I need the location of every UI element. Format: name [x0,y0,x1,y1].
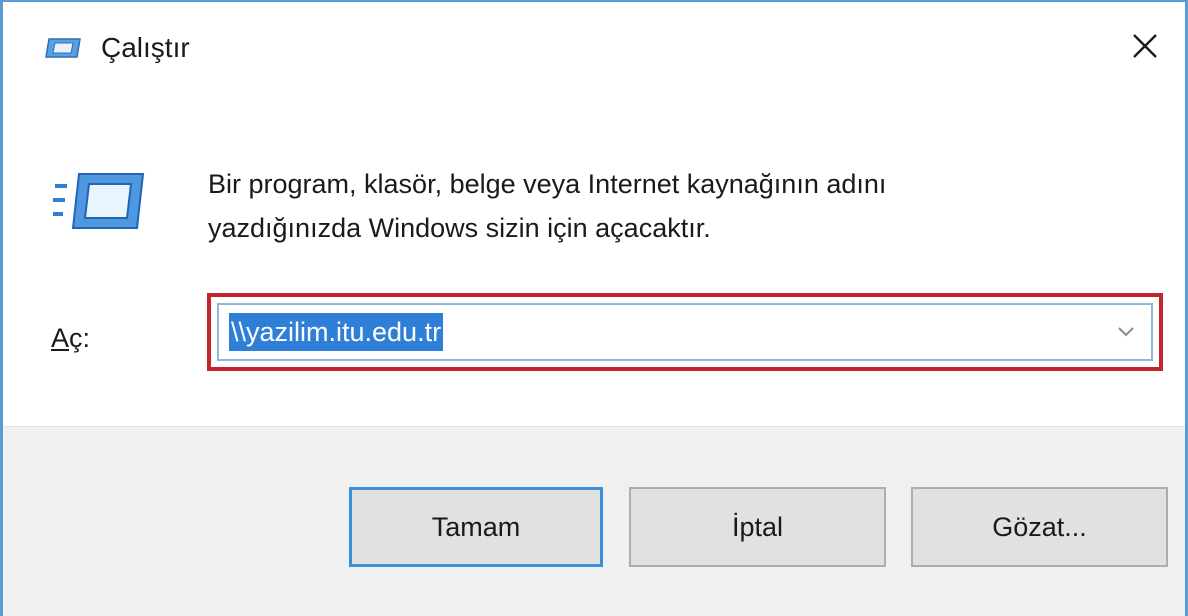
dropdown-button[interactable] [1117,325,1135,339]
cancel-button[interactable]: İptal [629,487,886,567]
open-input[interactable]: \\yazilim.itu.edu.tr [229,313,444,351]
title-bar: Çalıştır [3,2,1185,94]
description-line: yazdığınızda Windows sizin için açacaktı… [208,213,711,243]
close-icon [1133,34,1157,58]
open-label-text: ç: [69,323,91,353]
description-line: Bir program, klasör, belge veya Internet… [208,169,887,199]
run-icon [51,172,145,230]
open-label-accelerator: A [51,323,70,353]
open-label: Aç: [51,318,90,358]
run-dialog: Çalıştır Bir program, klasör, belge veya… [0,0,1188,616]
highlight-box: \\yazilim.itu.edu.tr [207,293,1163,371]
window-title: Çalıştır [101,32,190,63]
ok-button[interactable]: Tamam [349,487,603,567]
browse-button[interactable]: Gözat... [911,487,1168,567]
close-button[interactable] [1119,20,1171,72]
description-text: Bir program, klasör, belge veya Internet… [208,162,1128,250]
open-combobox[interactable]: \\yazilim.itu.edu.tr [217,303,1153,361]
chevron-down-icon [1118,327,1134,337]
run-icon [45,38,81,58]
